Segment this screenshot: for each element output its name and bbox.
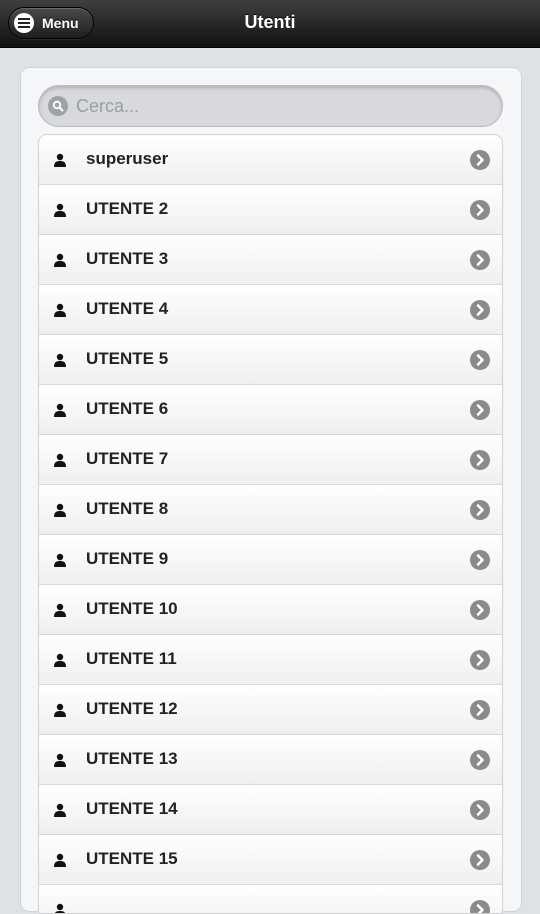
chevron-right-circle-icon [470,400,490,420]
user-icon [54,553,66,567]
list-item-7[interactable]: UTENTE 7 [39,435,502,485]
user-icon [54,803,66,817]
chevron-right-circle-icon [470,700,490,720]
list-item-13[interactable]: UTENTE 13 [39,735,502,785]
chevron-right-circle-icon [470,650,490,670]
user-icon [54,903,66,913]
list-item-label: UTENTE 5 [86,349,169,368]
list-item-label: UTENTE 3 [86,249,169,268]
list-item-label: UTENTE 2 [86,199,169,218]
list-item-2[interactable]: UTENTE 2 [39,185,502,235]
list-item-label: UTENTE 9 [86,549,169,568]
list-item-label: UTENTE 10 [86,599,178,618]
chevron-right-circle-icon [470,550,490,570]
chevron-right-circle-icon [470,300,490,320]
list-item-4[interactable]: UTENTE 4 [39,285,502,335]
chevron-right-circle-icon [470,350,490,370]
user-icon [54,253,66,267]
list-item-label: UTENTE 7 [86,449,169,468]
list-item-label: superuser [86,149,169,168]
list-item-12[interactable]: UTENTE 12 [39,685,502,735]
user-icon [54,303,66,317]
list-item-label: UTENTE 15 [86,849,178,868]
user-icon [54,353,66,367]
list-item-5[interactable]: UTENTE 5 [39,335,502,385]
user-icon [54,703,66,717]
user-icon [54,753,66,767]
search-bar[interactable] [38,85,503,127]
page-title: Utenti [244,12,296,32]
list-item-14[interactable]: UTENTE 14 [39,785,502,835]
search-input[interactable] [74,94,474,118]
list-item-15[interactable]: UTENTE 15 [39,835,502,885]
list-item-3[interactable]: UTENTE 3 [39,235,502,285]
list-item-9[interactable]: UTENTE 9 [39,535,502,585]
list-item-6[interactable]: UTENTE 6 [39,385,502,435]
list-item-label: UTENTE 12 [86,699,178,718]
chevron-right-circle-icon [470,750,490,770]
chevron-right-circle-icon [470,900,490,913]
user-icon [54,453,66,467]
list-item-8[interactable]: UTENTE 8 [39,485,502,535]
list-item-10[interactable]: UTENTE 10 [39,585,502,635]
list-item-label: UTENTE 13 [86,749,178,768]
list-item-label: UTENTE 8 [86,499,169,518]
search-icon [48,96,68,116]
list-item-label: UTENTE 4 [86,299,169,318]
chevron-right-circle-icon [470,800,490,820]
chevron-right-circle-icon [470,450,490,470]
chevron-right-circle-icon [470,500,490,520]
chevron-right-circle-icon [470,250,490,270]
list-item-label: UTENTE 14 [86,799,178,818]
user-icon [54,653,66,667]
user-icon [54,853,66,867]
user-list: superuser UTENTE 2 UTENTE 3 UTENTE 4 UTE… [38,134,503,914]
header-bar: Menu Utenti [0,0,540,48]
list-item-label: UTENTE 6 [86,399,169,418]
list-item-11[interactable]: UTENTE 11 [39,635,502,685]
chevron-right-circle-icon [470,200,490,220]
user-icon [54,153,66,167]
user-icon [54,403,66,417]
user-icon [54,503,66,517]
user-icon [54,603,66,617]
chevron-right-circle-icon [470,600,490,620]
list-item-label: UTENTE 11 [86,649,177,668]
chevron-right-circle-icon [470,150,490,170]
user-icon [54,203,66,217]
list-item-1[interactable]: superuser [39,135,502,185]
chevron-right-circle-icon [470,850,490,870]
